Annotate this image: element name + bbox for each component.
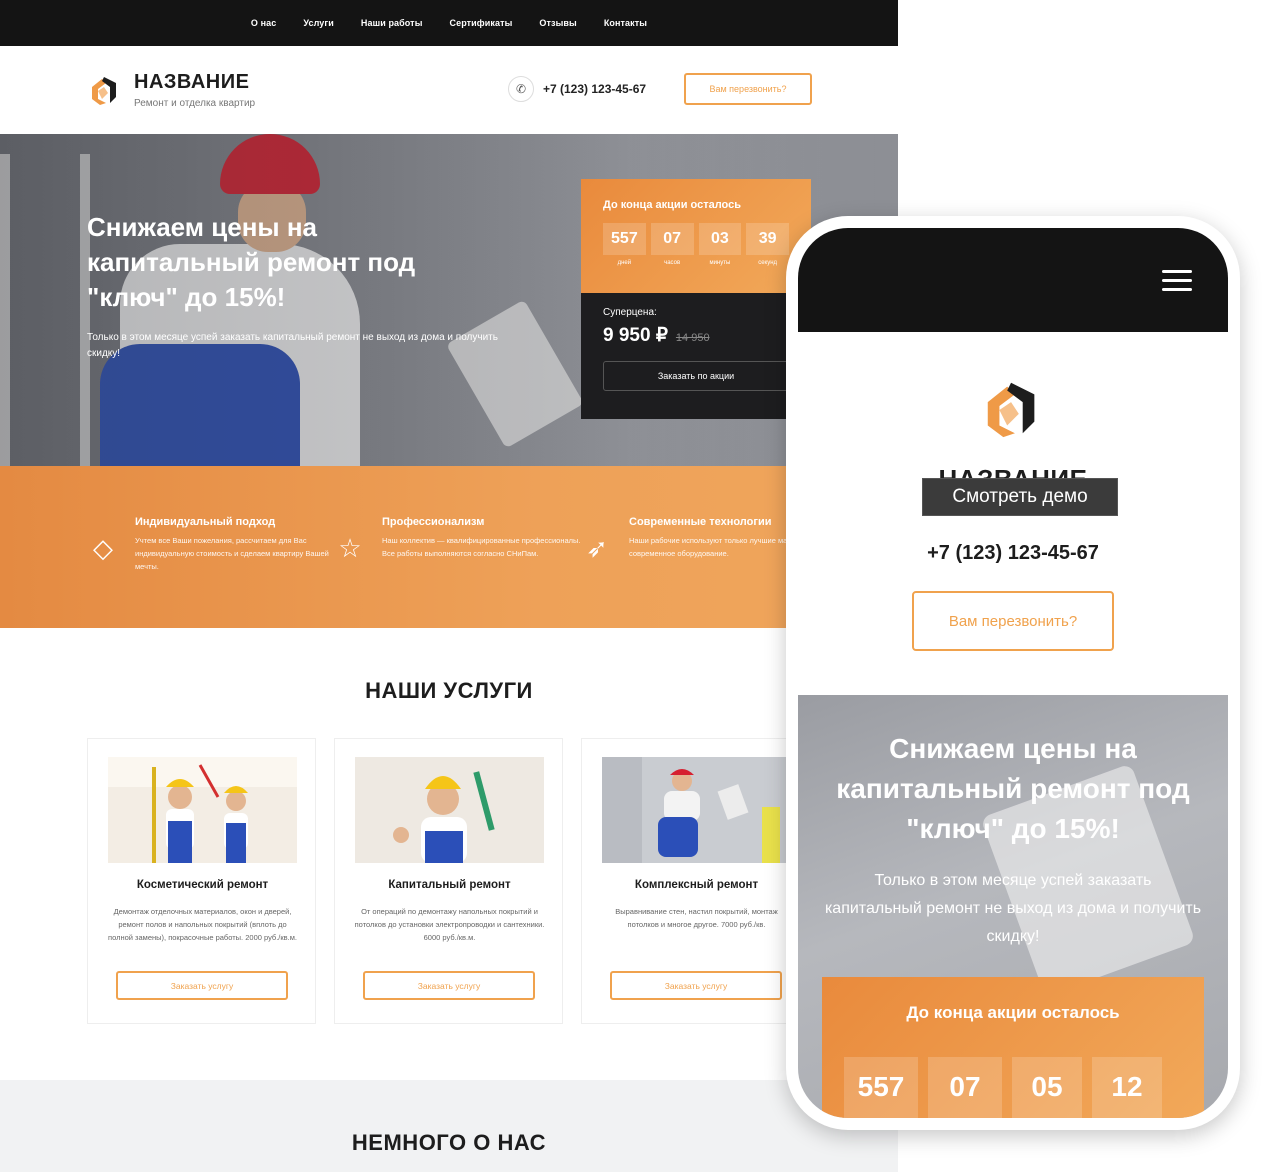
timer-hours: 07: [928, 1057, 1002, 1118]
brand-tagline: Ремонт и отделка квартир: [134, 98, 256, 109]
service-card-title: Косметический ремонт: [136, 879, 269, 891]
view-demo-button[interactable]: Смотреть демо: [922, 478, 1118, 516]
top-navigation: О нас Услуги Наши работы Сертификаты Отз…: [0, 0, 898, 46]
mobile-hero-title: Снижаем цены на капитальный ремонт под "…: [836, 733, 1190, 844]
service-card-text: Выравнивание стен, настил покрытий, монт…: [615, 907, 778, 929]
desktop-preview: О нас Услуги Наши работы Сертификаты Отз…: [0, 0, 898, 1172]
mobile-promo-box: До конца акции осталось 557 07 05 12: [822, 977, 1204, 1118]
timer-days: 557: [844, 1057, 918, 1118]
service-card-text: От операций по демонтажу напольных покры…: [354, 907, 545, 942]
super-price-label: Суперцена:: [603, 307, 657, 318]
service-image-complex: [602, 757, 791, 863]
service-image-cosmetic: [108, 757, 297, 863]
timer-minutes: 05: [1012, 1057, 1082, 1118]
mobile-device-frame: НАЗВАНИЕ Ремонт и отделка квартир Смотре…: [786, 216, 1240, 1130]
order-service-button[interactable]: Заказать услугу: [610, 971, 782, 1000]
services-title: НАШИ УСЛУГИ: [365, 678, 533, 703]
promo-countdown: До конца акции осталось 557 07 03 39 дне…: [581, 179, 811, 293]
about-title: НЕМНОГО О НАС: [351, 1130, 547, 1155]
brand-name: НАЗВАНИЕ: [134, 71, 250, 93]
feature-text: Учтем все Ваши пожелания, рассчитаем для…: [135, 536, 329, 571]
mobile-callback-button[interactable]: Вам перезвонить?: [912, 591, 1114, 651]
mobile-hero-subtitle: Только в этом месяце успей заказать капи…: [824, 872, 1202, 945]
service-card-cosmetic: Косметический ремонт Демонтаж отделочных…: [87, 738, 316, 1024]
about-section: НЕМНОГО О НАС: [0, 1080, 898, 1172]
features-section: ◇ Индивидуальный подход Учтем все Ваши п…: [0, 466, 898, 628]
hero-subtitle: Только в этом месяце успей заказать капи…: [87, 332, 498, 359]
service-card-title: Комплексный ремонт: [634, 879, 759, 891]
mobile-countdown-timer: 557 07 05 12: [844, 1057, 1162, 1118]
diamond-icon: ◇: [93, 533, 113, 563]
mobile-screen: НАЗВАНИЕ Ремонт и отделка квартир Смотре…: [798, 228, 1228, 1118]
feature-text: Наш коллектив — квалифицированные профес…: [382, 536, 581, 558]
nav-link-about[interactable]: О нас: [251, 18, 276, 28]
promo-price: Суперцена: 9 950 ₽ 14 950 Заказать по ак…: [581, 293, 811, 405]
logo-icon[interactable]: [88, 73, 122, 107]
callback-button[interactable]: Вам перезвонить?: [684, 73, 812, 105]
price-row: 9 950 ₽ 14 950: [603, 324, 789, 347]
feature-title: Индивидуальный подход: [135, 516, 276, 528]
phone-icon: ✆: [508, 76, 534, 102]
order-service-button[interactable]: Заказать услугу: [363, 971, 535, 1000]
mobile-top-bar: [798, 228, 1228, 332]
price-old: 14 950: [675, 332, 710, 344]
mobile-phone-number[interactable]: +7 (123) 123-45-67: [798, 542, 1228, 565]
phone-number[interactable]: +7 (123) 123-45-67: [543, 82, 646, 96]
promo-label: До конца акции осталось: [603, 199, 741, 211]
mobile-logo-icon[interactable]: [980, 372, 1046, 444]
timer-minutes: 03: [698, 223, 742, 255]
nav-link-certificates[interactable]: Сертификаты: [449, 18, 512, 28]
order-promo-button[interactable]: Заказать по акции: [603, 361, 789, 391]
nav-link-works[interactable]: Наши работы: [361, 18, 423, 28]
nav-link-reviews[interactable]: Отзывы: [539, 18, 576, 28]
feature-title: Профессионализм: [382, 516, 485, 528]
feature-individual: ◇ Индивидуальный подход Учтем все Ваши п…: [93, 516, 335, 573]
star-icon: ☆: [338, 533, 362, 563]
feature-professional: ☆ Профессионализм Наш коллектив — квалиф…: [338, 516, 582, 563]
header-phone: ✆ +7 (123) 123-45-67: [508, 76, 646, 102]
timer-hours-label: часов: [664, 260, 681, 266]
timer-days: 557: [603, 223, 646, 255]
timer-days-label: дней: [617, 260, 632, 266]
nav-link-contacts[interactable]: Контакты: [604, 18, 647, 28]
timer-labels: дней часов минуты секунд: [603, 260, 789, 266]
rocket-icon: ➶: [586, 533, 608, 563]
hamburger-menu-icon[interactable]: [1162, 270, 1192, 292]
service-card-complex: Комплексный ремонт Выравнивание стен, на…: [581, 738, 810, 1024]
timer-seconds: 12: [1092, 1057, 1162, 1118]
timer-hours: 07: [650, 223, 694, 255]
mobile-hero: Снижаем цены на капитальный ремонт под "…: [798, 695, 1228, 1118]
price-new: 9 950 ₽: [603, 325, 668, 346]
nav-link-services[interactable]: Услуги: [303, 18, 334, 28]
hero-title: Снижаем цены на капитальный ремонт под "…: [87, 212, 416, 312]
countdown-timer: 557 07 03 39: [603, 223, 789, 255]
promo-box: До конца акции осталось 557 07 03 39 дне…: [581, 179, 811, 419]
service-card-capital: Капитальный ремонт От операций по демонт…: [334, 738, 563, 1024]
timer-seconds: 39: [746, 223, 789, 255]
mobile-promo-label: До конца акции осталось: [906, 1003, 1120, 1022]
service-card-text: Демонтаж отделочных материалов, окон и д…: [108, 907, 297, 942]
logo-text: НАЗВАНИЕ Ремонт и отделка квартир: [134, 71, 255, 109]
service-card-title: Капитальный ремонт: [388, 879, 511, 891]
timer-minutes-label: минуты: [709, 260, 731, 266]
order-service-button[interactable]: Заказать услугу: [116, 971, 288, 1000]
service-image-capital: [355, 757, 544, 863]
timer-seconds-label: секунд: [758, 260, 778, 266]
